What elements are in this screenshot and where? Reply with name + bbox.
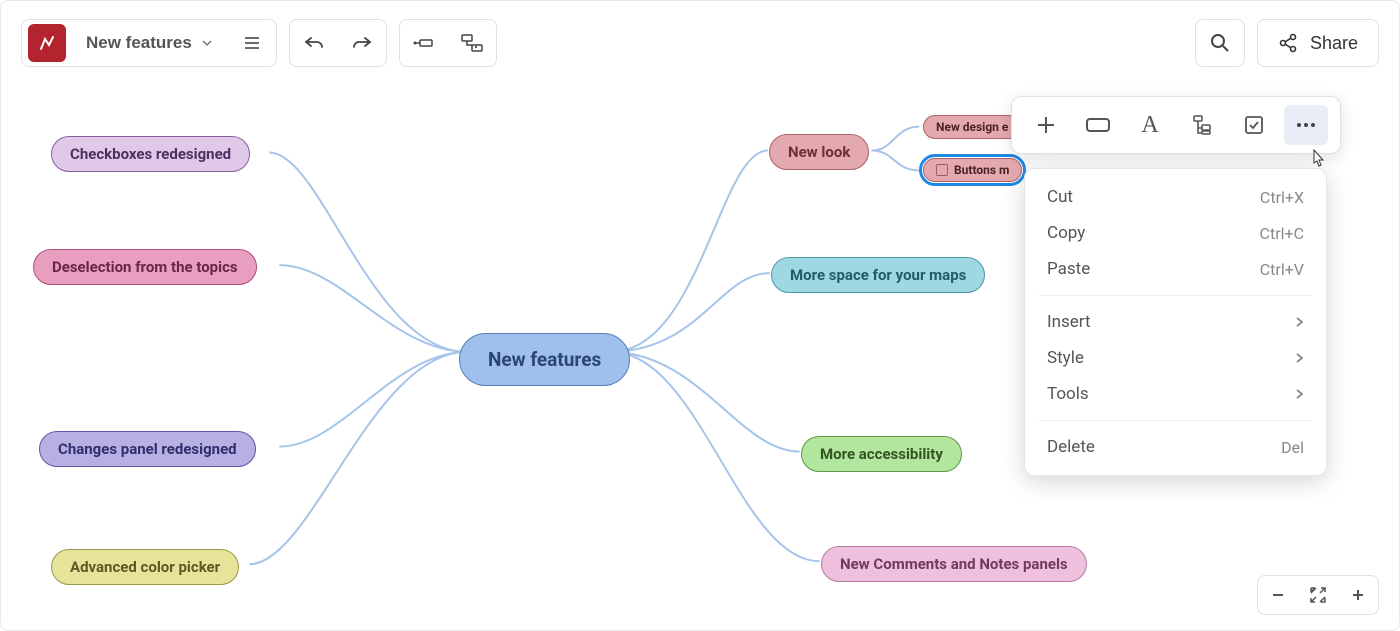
redo-button[interactable] (338, 21, 386, 65)
menu-insert[interactable]: Insert (1025, 304, 1326, 340)
redo-icon (351, 33, 373, 53)
add-button[interactable] (1024, 105, 1068, 145)
more-button[interactable] (1284, 105, 1328, 145)
search-icon (1209, 32, 1231, 54)
relationship-icon (1191, 114, 1213, 136)
minus-icon (1270, 587, 1286, 603)
subnode-label: New design e (936, 120, 1008, 134)
text-a-icon: A (1141, 112, 1158, 139)
share-group: Share (1257, 19, 1379, 67)
node-changes-panel[interactable]: Changes panel redesigned (39, 431, 256, 467)
menu-label: Delete (1047, 437, 1095, 457)
menu-shortcut: Ctrl+C (1260, 224, 1304, 243)
central-node[interactable]: New features (459, 333, 630, 386)
node-deselection[interactable]: Deselection from the topics (33, 249, 257, 285)
shape-icon (1085, 116, 1111, 134)
search-button[interactable] (1196, 21, 1244, 65)
menu-label: Paste (1047, 259, 1090, 279)
task-button[interactable] (1232, 105, 1276, 145)
plus-icon (1035, 114, 1057, 136)
subnode-new-design[interactable]: New design e (923, 115, 1021, 139)
node-new-look[interactable]: New look (769, 134, 869, 170)
share-icon (1278, 33, 1298, 53)
menu-paste[interactable]: Paste Ctrl+V (1025, 251, 1326, 287)
top-toolbar: New features (21, 19, 1379, 67)
shape-button[interactable] (1076, 105, 1120, 145)
subnode-label: Buttons m (954, 163, 1009, 177)
node-checkboxes-redesigned[interactable]: Checkboxes redesigned (51, 136, 250, 172)
menu-label: Tools (1047, 384, 1089, 404)
checkbox-icon (936, 164, 948, 176)
chevron-down-icon (200, 36, 214, 50)
title-group: New features (21, 19, 277, 67)
task-check-icon (1243, 114, 1265, 136)
subnode-buttons-selected[interactable]: Buttons m (923, 158, 1022, 182)
undo-redo-group (289, 19, 387, 67)
zoom-out-button[interactable] (1258, 576, 1298, 614)
menu-delete[interactable]: Delete Del (1025, 429, 1326, 465)
chevron-right-icon (1294, 351, 1304, 365)
document-title: New features (86, 33, 192, 53)
zoom-fit-button[interactable] (1298, 576, 1338, 614)
layout-group (399, 19, 497, 67)
more-dots-icon (1295, 122, 1317, 128)
menu-style[interactable]: Style (1025, 340, 1326, 376)
node-comments-notes[interactable]: New Comments and Notes panels (821, 546, 1087, 582)
zoom-in-button[interactable] (1338, 576, 1378, 614)
menu-label: Cut (1047, 187, 1073, 207)
menu-tools[interactable]: Tools (1025, 376, 1326, 412)
menu-label: Copy (1047, 223, 1085, 243)
hamburger-menu-button[interactable] (228, 21, 276, 65)
app-logo[interactable] (28, 24, 66, 62)
toolbar-right: Share (1195, 19, 1379, 67)
menu-separator (1039, 295, 1312, 296)
node-floating-toolbar: A (1011, 96, 1341, 154)
cursor-pointer-icon (1308, 148, 1328, 175)
insert-subtopic-button[interactable] (448, 21, 496, 65)
chevron-right-icon (1294, 387, 1304, 401)
node-color-picker[interactable]: Advanced color picker (51, 549, 239, 585)
menu-separator (1039, 420, 1312, 421)
insert-topic-button[interactable] (400, 21, 448, 65)
fit-icon (1309, 586, 1327, 604)
chevron-right-icon (1294, 315, 1304, 329)
node-more-space[interactable]: More space for your maps (771, 257, 985, 293)
undo-icon (303, 33, 325, 53)
share-label: Share (1310, 33, 1358, 54)
menu-copy[interactable]: Copy Ctrl+C (1025, 215, 1326, 251)
menu-label: Insert (1047, 312, 1091, 332)
node-accessibility[interactable]: More accessibility (801, 436, 962, 472)
document-title-dropdown[interactable]: New features (72, 21, 228, 65)
text-format-button[interactable]: A (1128, 105, 1172, 145)
share-button[interactable]: Share (1258, 21, 1378, 65)
menu-label: Style (1047, 348, 1084, 368)
plus-icon (1350, 587, 1366, 603)
menu-shortcut: Ctrl+X (1260, 188, 1304, 207)
relationship-button[interactable] (1180, 105, 1224, 145)
insert-topic-icon (412, 35, 436, 51)
context-menu: Cut Ctrl+X Copy Ctrl+C Paste Ctrl+V Inse… (1024, 168, 1327, 476)
zoom-controls (1257, 575, 1379, 615)
undo-button[interactable] (290, 21, 338, 65)
menu-shortcut: Ctrl+V (1260, 260, 1304, 279)
search-group (1195, 19, 1245, 67)
hamburger-icon (242, 33, 262, 53)
menu-cut[interactable]: Cut Ctrl+X (1025, 179, 1326, 215)
menu-shortcut: Del (1281, 438, 1304, 457)
insert-subtopic-icon (460, 33, 484, 53)
